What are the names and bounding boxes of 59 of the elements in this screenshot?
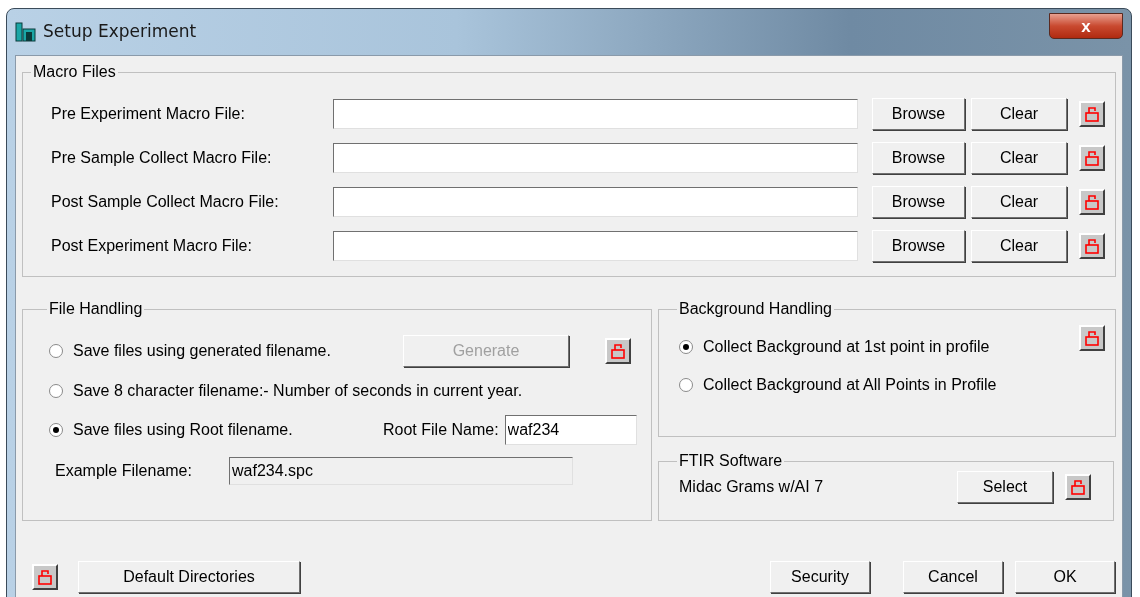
lock-button[interactable] — [605, 338, 631, 364]
root-file-name-label: Root File Name: — [383, 420, 499, 440]
field-label: Post Sample Collect Macro File: — [51, 192, 280, 212]
field-label: Post Experiment Macro File: — [51, 236, 253, 256]
select-button[interactable]: Select — [957, 471, 1053, 503]
lock-button[interactable] — [1079, 189, 1105, 215]
browse-button[interactable]: Browse — [872, 142, 965, 174]
clear-button[interactable]: Clear — [971, 142, 1067, 174]
lock-button[interactable] — [1079, 145, 1105, 171]
radio-button[interactable] — [679, 378, 693, 392]
radio-option[interactable]: Collect Background at All Points in Profile — [679, 373, 1063, 397]
macro-file-field[interactable] — [333, 99, 858, 129]
ok-button[interactable]: OK — [1015, 561, 1115, 593]
browse-button[interactable]: Browse — [872, 230, 965, 262]
lock-icon — [1084, 149, 1100, 167]
cancel-button[interactable]: Cancel — [903, 561, 1003, 593]
field-label: Pre Experiment Macro File: — [51, 104, 246, 124]
lock-icon — [37, 568, 53, 586]
lock-button[interactable] — [32, 564, 58, 590]
group-title: File Handling — [48, 299, 144, 319]
lock-icon — [1084, 329, 1100, 347]
radio-option[interactable]: Save files using generated filename. — [49, 339, 403, 363]
radio-option[interactable]: Save files using Root filename. — [49, 418, 383, 442]
clear-button[interactable]: Clear — [971, 98, 1067, 130]
root-file-name-field[interactable]: waf234 — [504, 415, 637, 445]
lock-icon — [610, 342, 626, 360]
macro-file-field[interactable] — [333, 143, 858, 173]
lock-button[interactable] — [1065, 474, 1091, 500]
lock-icon — [1084, 105, 1100, 123]
clear-button[interactable]: Clear — [971, 186, 1067, 218]
radio-button[interactable] — [679, 340, 693, 354]
lock-icon — [1084, 237, 1100, 255]
app-logo-icon — [15, 22, 37, 42]
lock-button[interactable] — [1079, 233, 1105, 259]
radio-button[interactable] — [49, 344, 63, 358]
lock-button[interactable] — [1079, 101, 1105, 127]
default-directories-button[interactable]: Default Directories — [78, 561, 300, 593]
example-filename-label: Example Filename: — [55, 461, 193, 481]
window-title: Setup Experiment — [43, 20, 197, 44]
close-button[interactable]: x — [1049, 13, 1123, 39]
lock-button[interactable] — [1079, 325, 1105, 351]
radio-button[interactable] — [49, 384, 63, 398]
radio-button[interactable] — [49, 423, 63, 437]
lock-icon — [1070, 478, 1086, 496]
group-title: Macro Files — [32, 62, 117, 82]
browse-button[interactable]: Browse — [872, 186, 965, 218]
radio-option[interactable]: Collect Background at 1st point in profile — [679, 335, 1063, 359]
macro-file-field[interactable] — [333, 187, 858, 217]
macro-file-field[interactable] — [333, 231, 858, 261]
example-filename-field[interactable]: waf234.spc — [229, 457, 573, 485]
lock-icon — [1084, 193, 1100, 211]
group-title: FTIR Software — [678, 451, 784, 471]
security-button[interactable]: Security — [770, 561, 870, 593]
radio-option[interactable]: Save 8 character filename:- Number of seconds in current year. — [49, 379, 641, 403]
browse-button[interactable]: Browse — [872, 98, 965, 130]
clear-button[interactable]: Clear — [971, 230, 1067, 262]
field-label: Pre Sample Collect Macro File: — [51, 148, 273, 168]
group-title: Background Handling — [678, 299, 833, 319]
ftir-software-name: Midac Grams w/AI 7 — [679, 477, 825, 497]
